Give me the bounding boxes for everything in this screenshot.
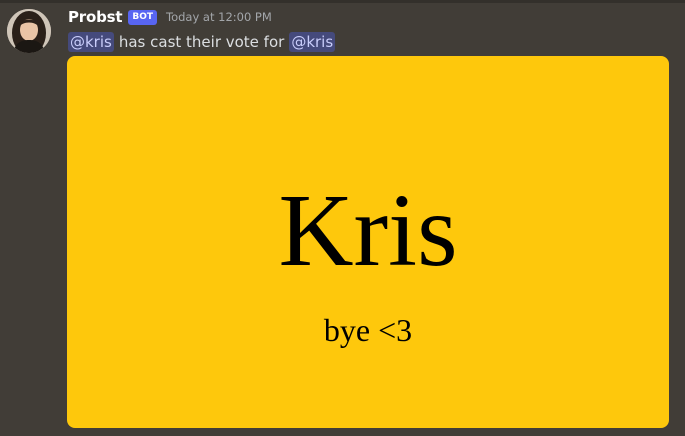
username[interactable]: Probst — [68, 8, 123, 26]
message-text: has cast their vote for — [118, 33, 285, 51]
person-avatar-icon — [7, 9, 51, 53]
attachment-caption: bye <3 — [323, 312, 413, 348]
avatar[interactable] — [7, 9, 51, 53]
bot-badge: BOT — [128, 9, 157, 25]
timestamp[interactable]: Today at 12:00 PM — [166, 10, 272, 24]
user-mention[interactable]: @kris — [68, 32, 114, 52]
message-content: @kris has cast their vote for @kris — [68, 31, 336, 53]
message-header: Probst BOT Today at 12:00 PM — [68, 6, 272, 28]
attachment-title: Kris — [278, 173, 458, 288]
image-attachment[interactable]: Kris bye <3 — [67, 56, 669, 428]
user-mention[interactable]: @kris — [289, 32, 336, 52]
top-divider — [0, 0, 685, 3]
